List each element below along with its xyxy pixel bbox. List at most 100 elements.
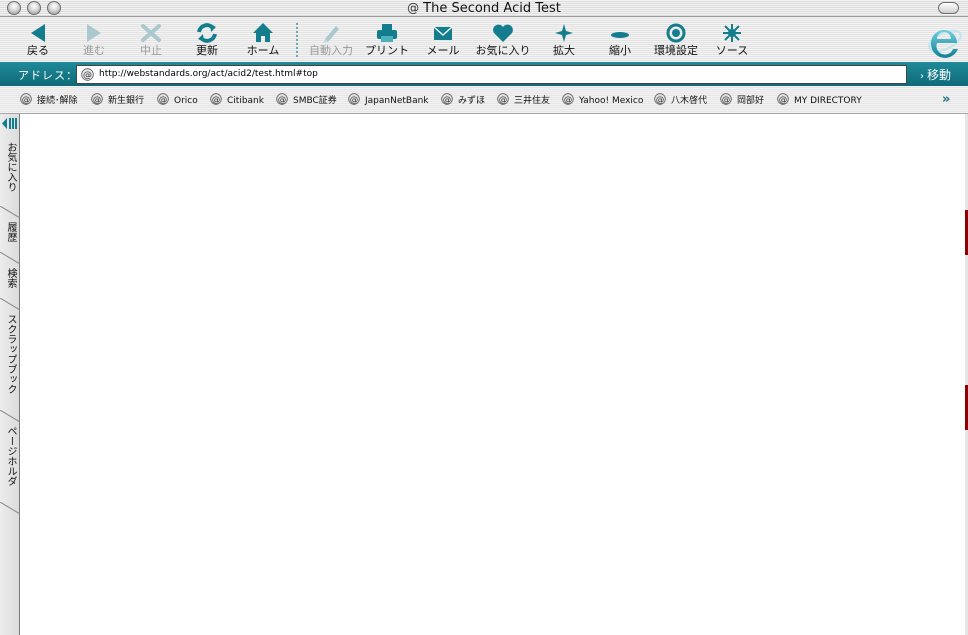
home-icon [253,23,273,42]
favorite-item[interactable]: @ 岡部好 [720,93,764,107]
sidebar-toggle-icon[interactable] [1,117,18,130]
sidebar-tab-page-holder[interactable]: ページホルダ [1,426,19,498]
favorite-item[interactable]: @ JapanNetBank [348,93,429,107]
heart-icon [493,24,513,42]
go-label: 移動 [927,68,952,82]
favorite-item[interactable]: @ SMBC証券 [276,93,337,107]
svg-text:@: @ [83,71,92,81]
preferences-icon [666,23,686,43]
svg-text:@: @ [350,94,358,104]
title-bar: @ The Second Acid Test [0,0,968,17]
forward-button[interactable]: 進む [66,21,122,61]
tab-divider [0,298,20,310]
mail-label: メール [426,44,460,57]
favorite-item[interactable]: @ みずほ [441,93,485,107]
window-title: @ The Second Acid Test [0,0,968,17]
source-label: ソース [715,44,749,57]
page-content-area[interactable] [21,114,965,635]
sidebar-tab-favorites[interactable]: お気に入り [1,142,19,202]
favorite-item[interactable]: @ 新生銀行 [91,93,144,107]
shrink-button[interactable]: 縮小 [592,21,648,61]
favorite-label: 三井住友 [514,96,551,106]
refresh-icon [197,23,217,43]
favorite-item[interactable]: @ 三井住友 [497,93,550,107]
favorite-item[interactable]: @ 接続･解除 [20,93,78,107]
refresh-label: 更新 [196,44,218,57]
mail-button[interactable]: メール [415,21,471,61]
favorite-label: SMBC証券 [293,96,337,106]
enlarge-button[interactable]: 拡大 [536,21,592,61]
at-sign-icon: @ [497,93,509,105]
favorite-item[interactable]: @ MY DIRECTORY [777,93,862,107]
toolbar-toggle-button[interactable] [938,2,959,14]
source-burst-icon [723,24,741,42]
go-arrow-icon: › [920,71,924,82]
go-button[interactable]: › 移動 [920,66,951,83]
svg-text:@: @ [564,94,572,104]
enlarge-plus-icon [555,24,573,42]
source-button[interactable]: ソース [704,21,760,61]
sidebar-tab-scrapbook[interactable]: スクラップブック [1,314,19,406]
print-button[interactable]: プリント [359,21,415,61]
address-url-text: http://webstandards.org/act/acid2/test.h… [99,69,318,79]
svg-text:@: @ [22,94,30,104]
stop-x-icon [141,24,161,42]
favorite-label: 接続･解除 [37,96,78,106]
refresh-button[interactable]: 更新 [179,21,235,61]
internet-explorer-logo [928,29,962,58]
favorites-bar: @ 接続･解除 @ 新生銀行 @ Orico @ Citibank @ SMBC証券 @ J… [0,86,968,114]
mail-envelope-icon [433,26,453,40]
back-label: 戻る [27,44,49,57]
sidebar-tab-search[interactable]: 検索 [1,268,19,294]
favorite-label: 八木啓代 [671,96,708,106]
enlarge-label: 拡大 [553,44,575,57]
preferences-label: 環境設定 [654,44,698,57]
toolbar: 戻る 進む 中止 更新 ホーム 自動入力 プリント メール お気に入り 拡大 縮… [0,17,968,62]
autofill-label: 自動入力 [309,44,353,57]
address-label: アドレス： [18,69,78,82]
favorite-label: JapanNetBank [365,96,429,106]
forward-arrow-icon [87,24,101,42]
at-sign-icon: @ [20,93,32,105]
address-bar: アドレス： @ http://webstandards.org/act/acid… [0,62,968,86]
at-sign-icon: @ [654,93,666,105]
favorite-label: Yahoo! Mexico [579,96,644,106]
at-sign-icon: @ [276,93,288,105]
toolbar-separator [296,23,298,57]
at-sign-icon: @ [720,93,732,105]
favorites-more-chevron-icon[interactable]: » [942,92,950,107]
favorites-button[interactable]: お気に入り [475,21,531,61]
favorite-label: MY DIRECTORY [794,96,862,106]
at-sign-icon: @ [441,93,453,105]
at-sign-icon: @ [91,93,103,105]
sidebar-tab-history[interactable]: 履歴 [1,222,19,248]
at-sign-icon: @ [348,93,360,105]
shrink-minus-icon [611,32,629,38]
favorite-item[interactable]: @ Yahoo! Mexico [562,93,643,107]
address-input[interactable]: @ http://webstandards.org/act/acid2/test… [76,65,907,84]
svg-text:@: @ [93,94,101,104]
tab-divider [0,252,20,264]
page-at-icon: @ [407,1,420,15]
window-title-text: The Second Acid Test [423,1,561,16]
favorite-item[interactable]: @ Orico [157,93,198,107]
favorite-label: 岡部好 [737,96,765,106]
svg-text:@: @ [779,94,787,104]
at-sign-icon: @ [562,93,574,105]
tab-divider [0,410,20,422]
tab-divider [0,502,20,514]
svg-text:@: @ [722,94,730,104]
stop-button[interactable]: 中止 [123,21,179,61]
home-button[interactable]: ホーム [235,21,291,61]
favorite-item[interactable]: @ 八木啓代 [654,93,707,107]
favorite-item[interactable]: @ Citibank [210,93,264,107]
favorite-label: みずほ [458,96,486,106]
back-arrow-icon [31,24,45,42]
forward-label: 進む [83,44,105,57]
back-button[interactable]: 戻る [10,21,66,61]
preferences-button[interactable]: 環境設定 [648,21,704,61]
favorite-label: Orico [174,96,198,106]
favorite-label: 新生銀行 [108,96,145,106]
tab-divider [0,206,20,218]
autofill-button[interactable]: 自動入力 [303,21,359,61]
